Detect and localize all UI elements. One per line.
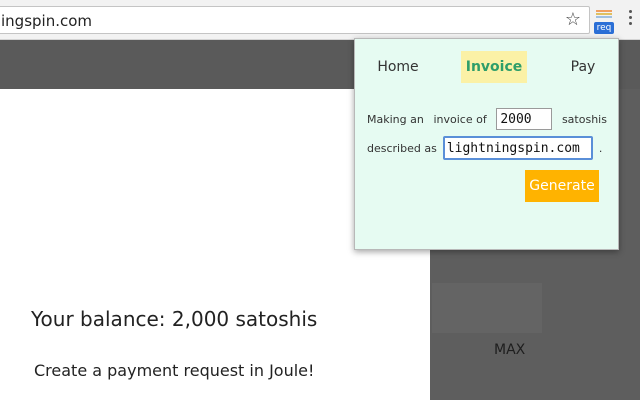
generate-button[interactable]: Generate xyxy=(525,170,599,202)
lightning-lines-icon xyxy=(596,10,612,22)
create-payment-text: Create a payment request in Joule! xyxy=(34,361,315,380)
satoshis-label: satoshis xyxy=(561,112,607,126)
description-input[interactable] xyxy=(442,136,593,160)
extension-badge: req xyxy=(594,22,614,34)
address-bar[interactable]: ingspin.com ☆ xyxy=(0,6,590,34)
vertical-dots-icon[interactable] xyxy=(628,10,634,30)
period-label: . xyxy=(598,141,603,155)
description-row: described as . xyxy=(367,136,617,160)
bookmark-star-icon[interactable]: ☆ xyxy=(565,9,581,31)
balance-text: Your balance: 2,000 satoshis xyxy=(31,307,318,331)
max-label[interactable]: MAX xyxy=(494,342,525,358)
tab-pay[interactable]: Pay xyxy=(561,51,605,83)
invoice-of-label: invoice of xyxy=(433,112,487,126)
making-an-label: Making an xyxy=(367,112,424,126)
extension-popup: Home Invoice Pay Making an invoice of sa… xyxy=(354,38,619,250)
amount-row: Making an invoice of satoshis xyxy=(367,107,607,131)
browser-toolbar: ingspin.com ☆ req xyxy=(0,0,640,40)
tab-home[interactable]: Home xyxy=(371,51,425,83)
address-bar-url[interactable]: ingspin.com xyxy=(1,12,92,30)
described-as-label: described as xyxy=(367,141,437,155)
tab-invoice[interactable]: Invoice xyxy=(461,51,527,83)
max-box[interactable] xyxy=(432,283,542,333)
joule-extension-icon[interactable]: req xyxy=(594,10,614,34)
amount-input[interactable] xyxy=(496,108,553,130)
